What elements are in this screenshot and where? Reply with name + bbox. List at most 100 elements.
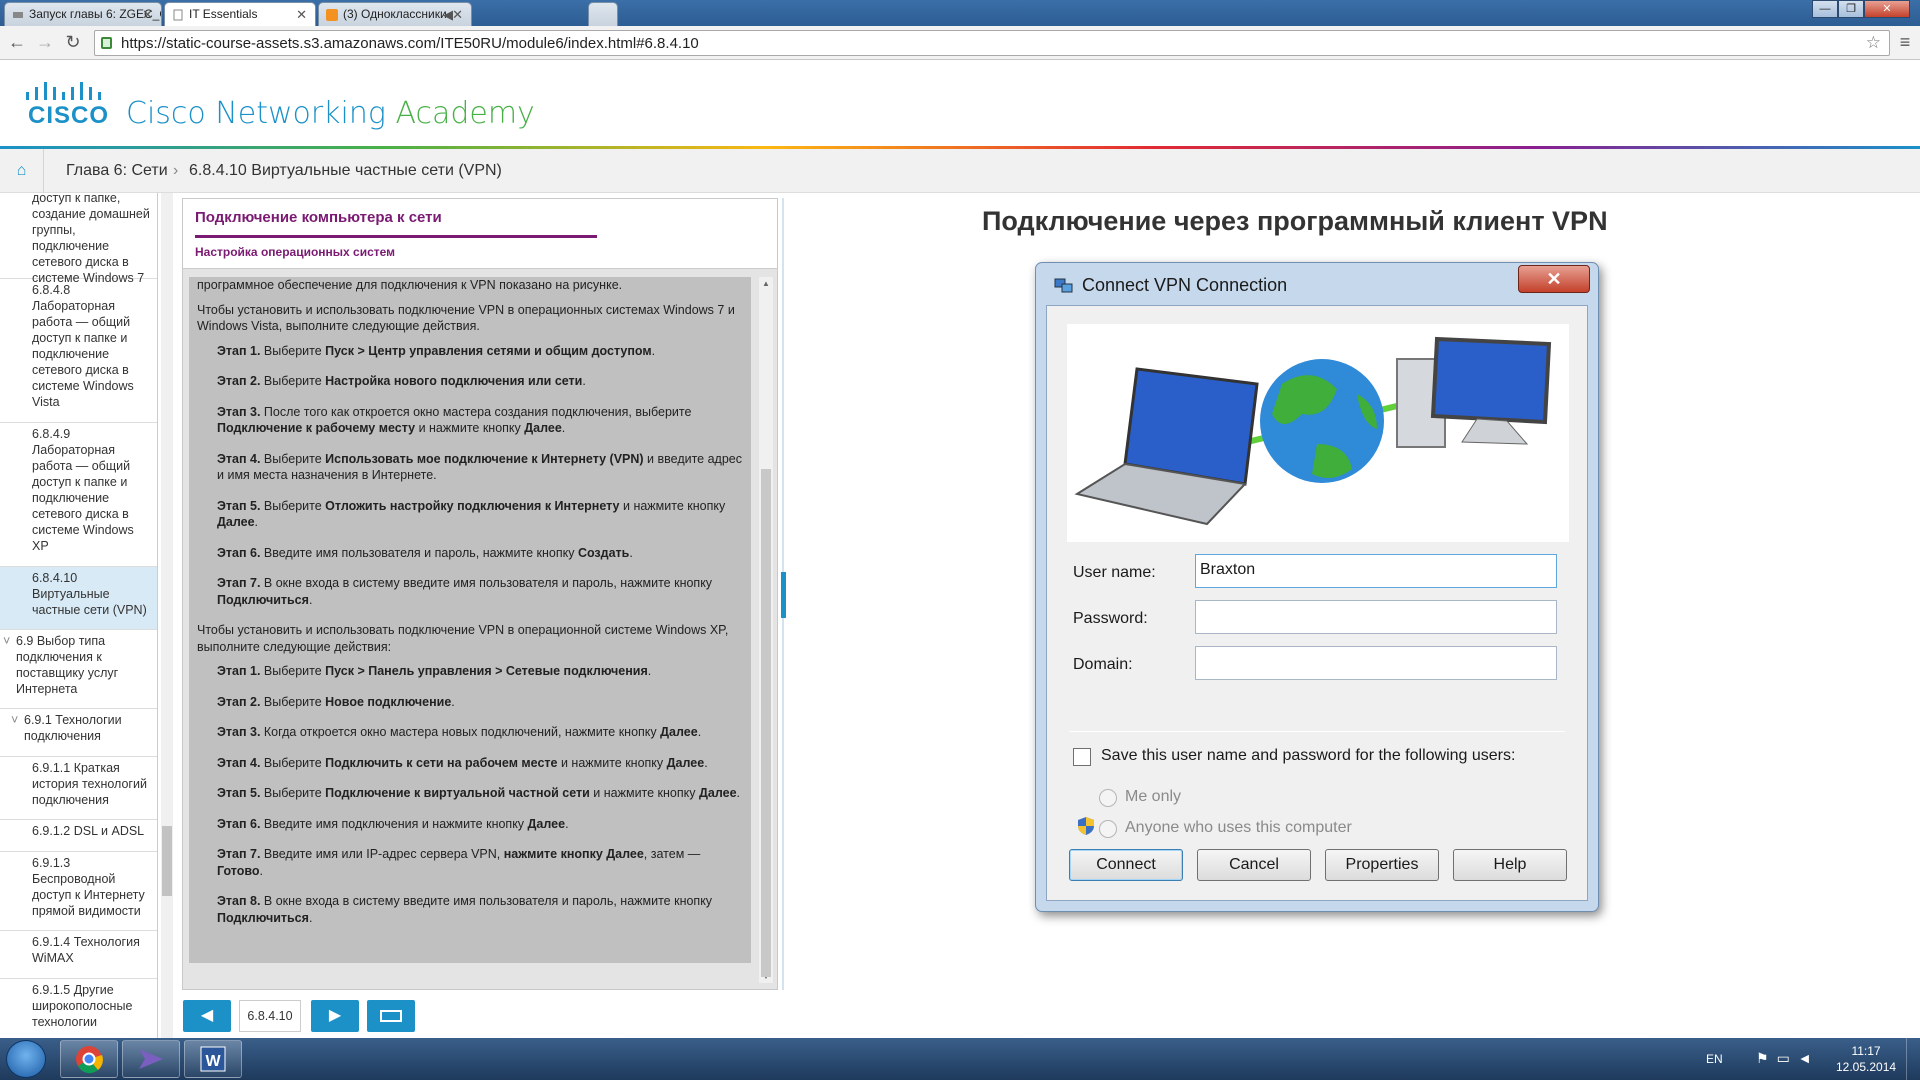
me-only-label: Me only [1125,788,1182,805]
tab-it-essentials[interactable]: IT Essentials ✕ [164,2,316,27]
window-close-button[interactable]: ✕ [1864,0,1910,18]
step-bold: Подключение к виртуальной частной сети [325,786,590,800]
show-desktop-button[interactable] [1906,1038,1920,1080]
language-indicator[interactable]: EN [1706,1052,1723,1066]
next-page-button[interactable]: ▶ [311,1000,359,1032]
network-tray-icon[interactable]: ▭ [1777,1050,1798,1066]
sidebar-item-6-8-4-8[interactable]: 6.8.4.8 Лабораторная работа — общий дост… [0,279,157,423]
sidebar-item-6-9-1-4[interactable]: 6.9.1.4 Технология WiMAX [0,931,157,979]
start-button[interactable] [6,1040,46,1078]
close-icon[interactable]: ✕ [142,7,153,23]
anyone-radio[interactable] [1099,820,1117,838]
clock-date: 12.05.2014 [1836,1060,1897,1074]
step-pre: Введите имя или IP-адрес сервера VPN, [260,847,504,861]
close-icon[interactable]: ✕ [296,7,307,23]
step-item: Этап 1. Выберите Пуск > Центр управления… [217,343,743,360]
sidebar-item-6-9-1-1[interactable]: 6.9.1.1 Краткая история технологий подкл… [0,757,157,820]
step-item: Этап 5. Выберите Подключение к виртуальн… [217,785,743,802]
minimize-button[interactable]: — [1812,0,1838,18]
help-button[interactable]: Help [1453,849,1567,881]
sidebar-item-6-9-1-5[interactable]: 6.9.1.5 Другие широкополосные технологии [0,979,157,1038]
sidebar-item-6-9-1-2[interactable]: 6.9.1.2 DSL и ADSL [0,820,157,852]
academy-cisco: Cisco [126,96,216,131]
dialog-title: Connect VPN Connection [1082,275,1288,295]
sidebar-item-6-9-1[interactable]: ˅ 6.9.1 Технологии подключения [0,709,157,757]
step-step: Этап 4. [217,755,261,770]
user-name-input[interactable]: Braxton [1195,554,1557,588]
page-icon [13,12,23,18]
sidebar-item-6-8-4-10[interactable]: 6.8.4.10 Виртуальные частные сети (VPN) [0,567,157,630]
step-step: Этап 6. [217,816,261,831]
step-step: Этап 7. [217,576,261,590]
word-taskbar-button[interactable]: W [184,1040,242,1078]
page-number: 6.8.4.10 [239,1000,301,1032]
cisco-logo-text: CISCO [28,102,110,129]
panel-scroll-thumb[interactable] [761,469,771,977]
forward-icon[interactable]: → [34,31,56,53]
sidebar-item-6-9-1-3[interactable]: 6.9.1.3 Беспроводной доступ к Интернету … [0,852,157,931]
step-pre: Выберите [260,755,326,770]
properties-button[interactable]: Properties [1325,849,1439,881]
sidebar-scrollbar[interactable] [161,193,173,1038]
address-bar[interactable]: https://static-course-assets.s3.amazonaw… [94,30,1890,56]
step-bold2: Готово [217,863,260,878]
step-post: и нажмите кнопку [589,786,699,800]
tab-zgec[interactable]: Запуск главы 6: ZGEC_GF ✕ [4,2,162,26]
step-post: и нажмите кнопку [415,421,525,435]
me-only-radio[interactable] [1099,789,1117,807]
step-item: Этап 3. После того как откроется окно ма… [217,404,743,437]
scroll-up-icon[interactable]: ▲ [762,279,770,288]
cisco-logo-icon [26,82,101,100]
domain-input[interactable] [1195,646,1557,680]
star-icon[interactable]: ☆ [1866,33,1881,53]
domain-label: Domain: [1073,656,1133,673]
close-icon[interactable]: ✕ [452,7,463,23]
restore-button[interactable]: ❐ [1838,0,1864,18]
panel-divider-handle[interactable] [781,572,786,618]
step-post: . [565,816,569,831]
connect-button[interactable]: Connect [1069,849,1183,881]
previous-page-button[interactable]: ◀ [183,1000,231,1032]
breadcrumb-current[interactable]: 6.8.4.10 Виртуальные частные сети (VPN) [189,162,502,180]
flag-icon[interactable]: ⚑ [1756,1050,1777,1066]
dialog-close-button[interactable]: ✕ [1518,265,1590,293]
sidebar-item-label: 6.9.1.5 Другие широкополосные технологии [32,983,133,1029]
password-input[interactable] [1195,600,1557,634]
document-icon [173,9,183,21]
cancel-button[interactable]: Cancel [1197,849,1311,881]
chrome-taskbar-button[interactable] [60,1040,118,1078]
chrome-icon [76,1046,103,1074]
figure-heading: Подключение через программный клиент VPN [982,206,1608,236]
back-icon[interactable]: ← [6,31,28,53]
win7-intro: Чтобы установить и использовать подключе… [197,302,735,334]
step-post: . [308,910,313,925]
new-tab-button[interactable] [588,2,618,26]
step-bold: Настройка нового подключения или сети [325,374,583,388]
step-pre: Введите имя подключения и нажмите кнопку [260,816,528,831]
sidebar-scroll-thumb[interactable] [162,826,172,896]
breadcrumb-chapter[interactable]: Глава 6: Сети [66,162,168,180]
sidebar-item-6-8-4-7[interactable]: доступ к папке, создание домашней группы… [0,193,157,285]
reload-icon[interactable]: ↻ [62,31,84,53]
step-item: Этап 8. В окне входа в систему введите и… [217,893,743,926]
step-item: Этап 2. Выберите Настройка нового подклю… [217,373,743,390]
sidebar-item-6-9[interactable]: ˅ 6.9 Выбор типа подключения к поставщику… [0,630,157,709]
volume-icon[interactable]: ◄ [1798,1050,1820,1066]
step-bold: Далее [660,725,698,739]
home-icon[interactable]: ⌂ [0,149,44,193]
sidebar-item-label: 6.9.1 Технологии подключения [24,713,122,743]
step-bold: Использовать мое подключение к Интернету… [325,451,644,466]
password-label: Password: [1073,610,1148,627]
menu-icon[interactable]: ≡ [1894,31,1916,53]
clock[interactable]: 11:17 12.05.2014 [1836,1043,1896,1075]
uac-shield-icon [1078,817,1094,835]
step-pre: Выберите [260,374,326,388]
toggle-panel-button[interactable] [367,1000,415,1032]
save-credentials-checkbox[interactable] [1073,748,1091,766]
visual-studio-taskbar-button[interactable] [122,1040,180,1078]
chevron-right-icon: › [173,162,179,179]
tab-odnoklassniki[interactable]: (3) Одноклассники ◀ ✕ [318,2,472,26]
sidebar-item-label: 6.9.1.3 Беспроводной доступ к Интернету … [32,856,145,918]
sidebar-item-6-8-4-9[interactable]: 6.8.4.9 Лабораторная работа — общий дост… [0,423,157,567]
academy-title[interactable]: Cisco Networking Academy [126,96,535,131]
